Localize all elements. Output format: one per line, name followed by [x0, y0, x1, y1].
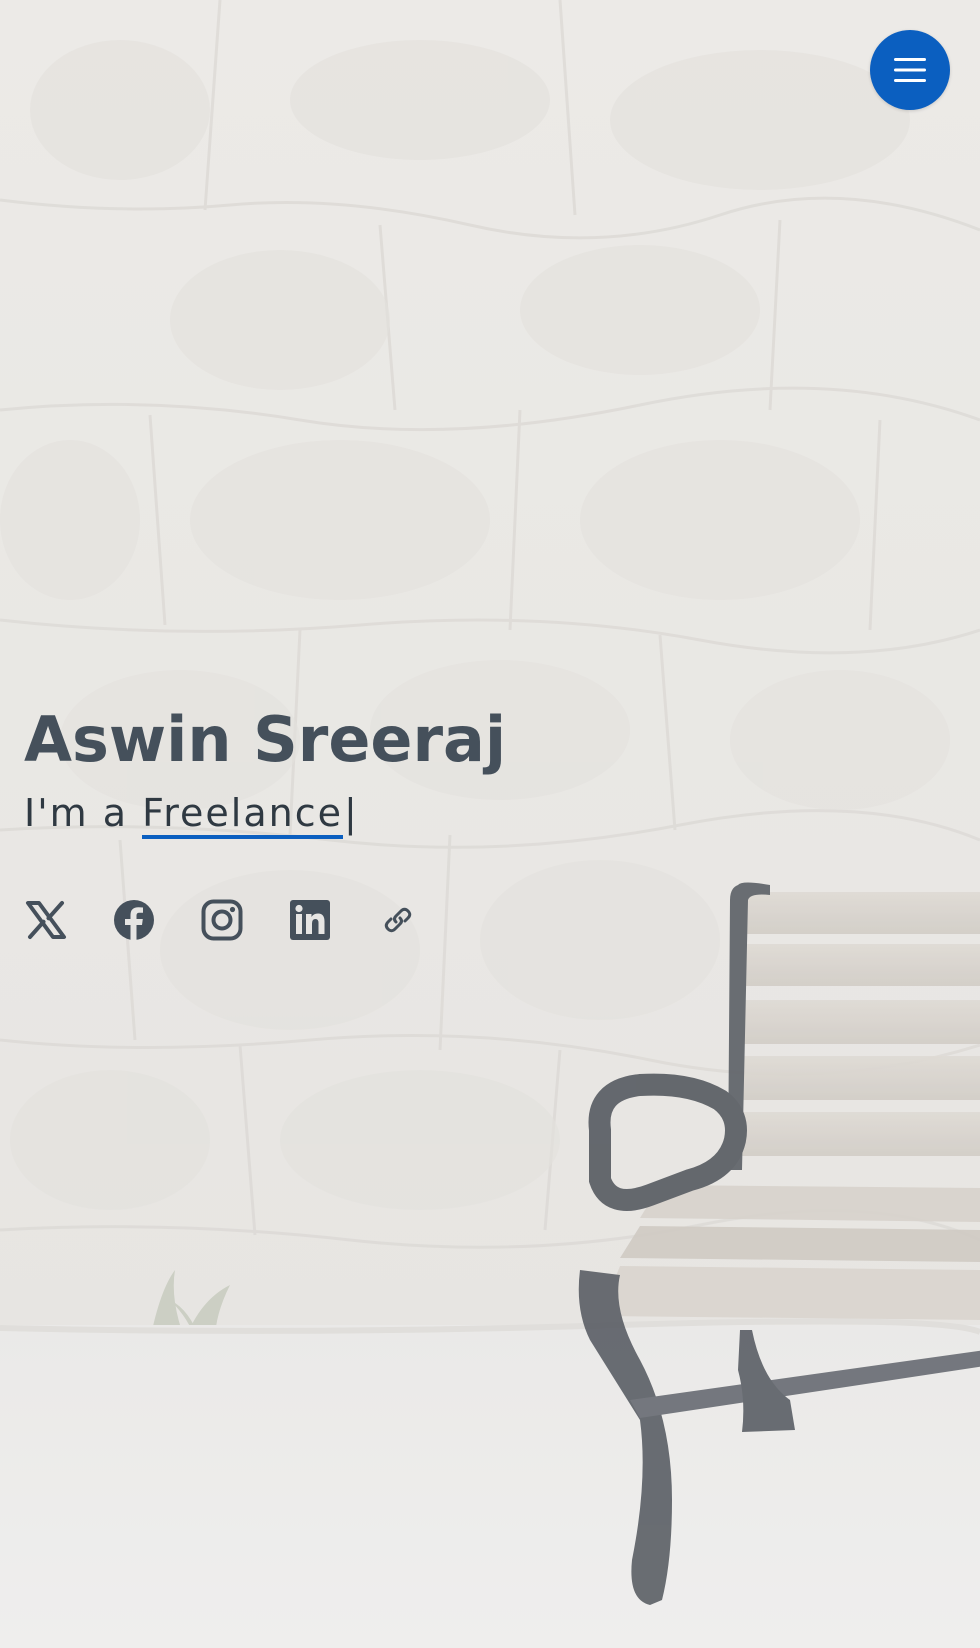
instagram-icon — [201, 899, 243, 941]
social-link-website[interactable] — [376, 898, 420, 942]
facebook-icon — [114, 900, 154, 940]
hero-typed-line: I'm a Freelance| — [24, 788, 724, 839]
mobile-nav-toggle-button[interactable] — [870, 30, 950, 110]
social-link-linkedin[interactable] — [288, 898, 332, 942]
hero-section: Aswin Sreeraj I'm a Freelance| — [24, 700, 724, 839]
social-link-x[interactable] — [24, 898, 68, 942]
social-link-instagram[interactable] — [200, 898, 244, 942]
typed-word: Freelance — [142, 791, 343, 839]
social-links — [24, 898, 464, 942]
typed-prefix: I'm a — [24, 791, 143, 835]
social-link-facebook[interactable] — [112, 898, 156, 942]
linkedin-icon — [290, 900, 330, 940]
x-twitter-icon — [26, 901, 66, 939]
menu-icon — [894, 58, 926, 82]
hero-name: Aswin Sreeraj — [24, 703, 507, 776]
typed-cursor: | — [343, 791, 359, 835]
link-icon — [384, 907, 412, 933]
